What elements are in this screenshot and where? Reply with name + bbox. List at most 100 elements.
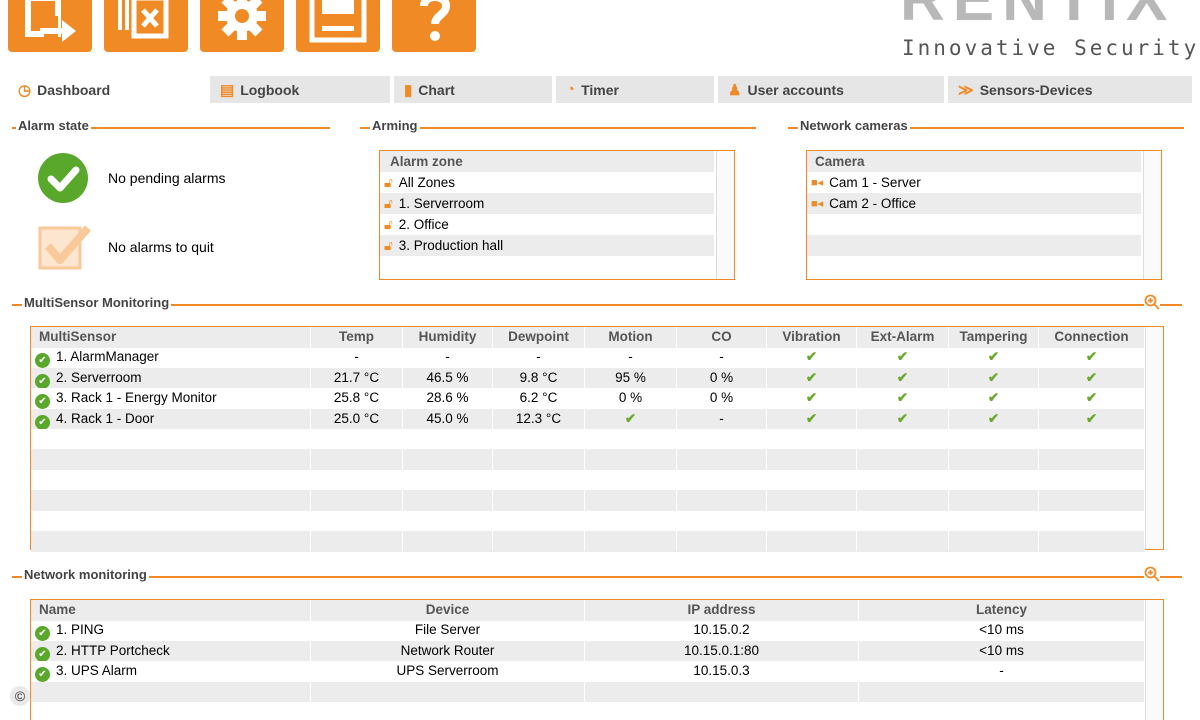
table-cell: File Server	[311, 620, 585, 641]
table-row[interactable]: ✔ 2. Serverroom 21.7 °C 46.5 % 9.8 °C 95 % 0 %…	[31, 367, 1145, 389]
tab-label: Logbook	[240, 81, 300, 98]
empty-row	[31, 531, 1145, 552]
tab-sensors-devices[interactable]: ≫ Sensors-Devices	[948, 76, 1192, 103]
empty-cell	[311, 449, 403, 470]
empty-cell	[677, 469, 767, 491]
empty-cell	[311, 681, 585, 702]
empty-cell	[31, 681, 311, 702]
cell-value: 10.15.0.3	[693, 663, 750, 679]
tab-chart[interactable]: ▮ Chart	[394, 76, 552, 103]
empty-cell	[1039, 510, 1145, 531]
empty-cell	[949, 469, 1039, 491]
cell-value: 6.2 °C	[519, 390, 558, 406]
zoom-in-icon[interactable]	[1144, 294, 1160, 310]
empty-cell	[311, 490, 403, 511]
status-ok-icon: ✔	[35, 353, 50, 368]
tab-timer[interactable]: ◔ Timer	[556, 76, 714, 103]
column-header: Device	[311, 600, 585, 621]
table-row[interactable]: ✔ 1. AlarmManager - - - - - ✔ ✔ ✔ ✔	[31, 347, 1145, 368]
camera-row[interactable]: ■◂ Cam 2 - Office	[807, 193, 1141, 214]
zone-row[interactable]: 🔓︎ All Zones	[380, 172, 714, 193]
tab-user-accounts[interactable]: ♟ User accounts	[718, 76, 944, 103]
settings-button[interactable]	[200, 0, 284, 52]
cell-value: ✔	[896, 390, 909, 406]
cell-value: ✔	[1085, 369, 1098, 385]
save-button[interactable]	[296, 0, 380, 52]
table-row[interactable]: ✔ 2. HTTP Portcheck Network Router 10.15.0.…	[31, 640, 1145, 662]
camera-row[interactable]: ■◂ Cam 1 - Server	[807, 172, 1141, 193]
zoom-in-icon[interactable]	[1144, 566, 1160, 582]
empty-cell	[677, 449, 767, 470]
logout-button[interactable]	[8, 0, 92, 52]
table-cell: -	[859, 661, 1145, 682]
empty-cell	[949, 510, 1039, 531]
cell-value: ✔	[896, 410, 909, 426]
empty-cell	[311, 702, 585, 720]
section-title: Network cameras	[798, 118, 910, 133]
row-label: 4. Rack 1 - Door	[56, 410, 155, 426]
tab-label: Chart	[418, 81, 455, 98]
cell-value: ✔	[896, 349, 909, 365]
exit-icon	[25, 0, 76, 42]
empty-cell	[857, 449, 949, 470]
zone-row[interactable]: 🔓︎ 3. Production hall	[380, 235, 714, 256]
arming-section: Arming	[360, 119, 756, 133]
table-cell: 12.3 °C	[493, 408, 585, 429]
column-header: Ext-Alarm	[857, 327, 949, 348]
empty-row	[31, 429, 1145, 450]
table-row[interactable]: ✔ 4. Rack 1 - Door 25.0 °C 45.0 % 12.3 °C ✔ - ✔…	[31, 408, 1145, 430]
scrollbar[interactable]	[1145, 327, 1163, 549]
clear-alarm-button[interactable]	[104, 0, 188, 52]
empty-cell	[585, 510, 677, 531]
cell-value: ✔	[805, 369, 818, 385]
scrollbar[interactable]	[1143, 151, 1161, 279]
column-header: Tampering	[949, 327, 1039, 348]
table-row[interactable]: ✔ 3. UPS Alarm UPS Serverroom 10.15.0.3 -	[31, 661, 1145, 682]
zone-row[interactable]: 🔓︎ 1. Serverroom	[380, 193, 714, 214]
column-header: Latency	[859, 600, 1145, 621]
row-label: 2. HTTP Portcheck	[56, 642, 170, 658]
row-name-cell: ✔ 2. HTTP Portcheck	[31, 640, 311, 662]
empty-cell	[585, 429, 677, 450]
empty-cell	[31, 469, 311, 491]
empty-cell	[31, 702, 311, 720]
table-cell: 45.0 %	[403, 408, 493, 429]
column-header: Connection	[1039, 327, 1145, 348]
table-cell: ✔	[1039, 347, 1145, 368]
table-cell: 95 %	[585, 367, 677, 389]
table-cell: ✔	[857, 388, 949, 409]
table-cell: ✔	[857, 408, 949, 429]
empty-cell	[677, 490, 767, 511]
alarm-quit-text: No alarms to quit	[108, 239, 214, 255]
table-cell: -	[493, 347, 585, 368]
table-row[interactable]: ✔ 1. PING File Server 10.15.0.2 <10 ms	[31, 620, 1145, 641]
table-cell: <10 ms	[859, 640, 1145, 662]
empty-cell	[403, 469, 493, 491]
cell-value: -	[445, 349, 450, 365]
scrollbar[interactable]	[716, 151, 734, 279]
empty-cell	[403, 531, 493, 552]
empty-cell	[677, 510, 767, 531]
cell-value: 25.8 °C	[333, 390, 380, 406]
cell-value: -	[999, 663, 1004, 679]
scrollbar[interactable]	[1145, 600, 1163, 720]
cell-value: File Server	[414, 622, 481, 638]
tab-logbook[interactable]: ▤ Logbook	[210, 76, 390, 103]
help-button[interactable]	[392, 0, 476, 52]
zone-row[interactable]: 🔓︎ 2. Office	[380, 214, 714, 235]
cell-value: 12.3 °C	[515, 410, 562, 426]
cell-value: 21.7 °C	[333, 369, 380, 385]
row-label: 1. AlarmManager	[56, 349, 159, 365]
empty-row	[31, 702, 1145, 720]
tab-label: Dashboard	[37, 81, 111, 98]
cell-value: 28.6 %	[426, 390, 469, 406]
cell-value: 0 %	[618, 390, 643, 406]
camera-icon: ■◂	[811, 198, 824, 210]
list-header: Alarm zone	[380, 151, 714, 172]
sensors-icon: ≫	[958, 81, 974, 99]
section-title: MultiSensor Monitoring	[22, 295, 172, 310]
table-row[interactable]: ✔ 3. Rack 1 - Energy Monitor 25.8 °C 28.6 %…	[31, 388, 1145, 409]
copyright-icon[interactable]: ©	[10, 686, 30, 706]
tab-dashboard[interactable]: ◷ Dashboard	[8, 76, 206, 103]
empty-cell	[949, 490, 1039, 511]
